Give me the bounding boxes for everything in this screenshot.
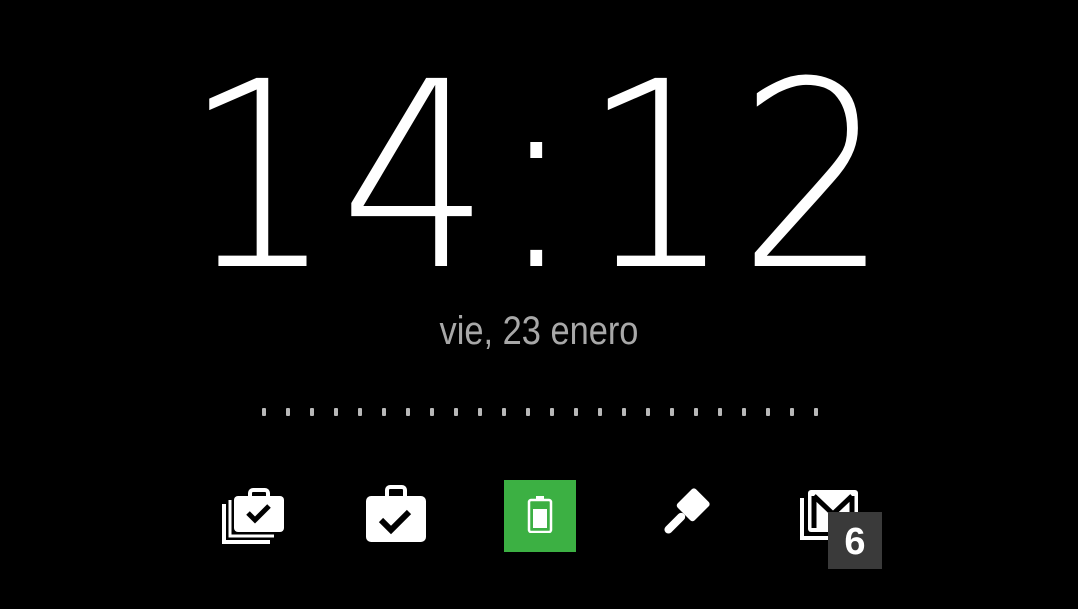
page-dot (622, 408, 626, 416)
page-dot (766, 408, 770, 416)
page-dot (478, 408, 482, 416)
page-dot (790, 408, 794, 416)
page-dot (598, 408, 602, 416)
page-dot (382, 408, 386, 416)
app-battery[interactable] (504, 480, 576, 552)
page-dot (550, 408, 554, 416)
page-dot (574, 408, 578, 416)
page-dot (718, 408, 722, 416)
date-label: vie, 23 enero (439, 309, 639, 353)
app-paint[interactable] (648, 480, 720, 552)
page-dot (670, 408, 674, 416)
page-dot (358, 408, 362, 416)
clock-time: 14:12 (183, 27, 895, 327)
page-dot (430, 408, 434, 416)
page-dot (694, 408, 698, 416)
gmail-unread-badge: 6 (828, 512, 882, 569)
page-dot (646, 408, 650, 416)
app-tasks-stack[interactable] (216, 480, 288, 552)
page-dot (406, 408, 410, 416)
app-briefcase[interactable] (360, 480, 432, 552)
page-dot (334, 408, 338, 416)
briefcase-check-icon (364, 483, 428, 549)
page-dot (502, 408, 506, 416)
tasks-stack-icon (218, 482, 286, 550)
battery-icon (527, 495, 553, 537)
page-dot (310, 408, 314, 416)
page-indicator (262, 408, 822, 418)
page-dot (526, 408, 530, 416)
page-dot (454, 408, 458, 416)
paint-brush-icon (654, 484, 714, 548)
page-dot (262, 408, 266, 416)
page-dot (286, 408, 290, 416)
page-dot (814, 408, 818, 416)
page-dot (742, 408, 746, 416)
lock-screen: 14:12 vie, 23 enero 6 (0, 0, 1078, 609)
